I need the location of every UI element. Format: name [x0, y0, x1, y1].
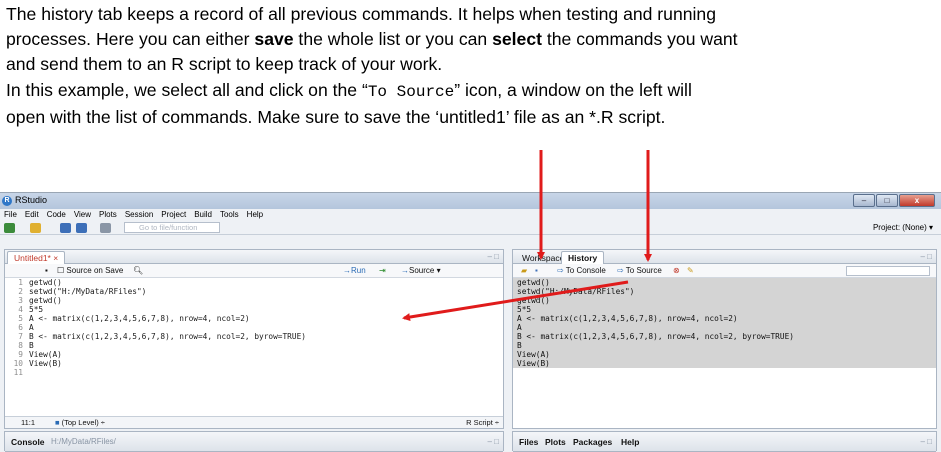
new-file-icon[interactable] — [4, 223, 15, 233]
history-entry: getwd() — [517, 296, 550, 305]
menu-plots[interactable]: Plots — [99, 209, 117, 221]
maximize-button[interactable]: □ — [876, 194, 898, 207]
menu-file[interactable]: File — [4, 209, 17, 221]
intro-line-5: open with the list of commands. Make sur… — [6, 106, 666, 127]
close-button[interactable]: x — [899, 194, 935, 207]
history-entry: 5*5 — [517, 305, 532, 314]
editor-toolbar: ▪ ☐ Source on Save 🔍︎ →Run ⇥ →Source ▾ — [5, 264, 503, 278]
pane-minmax-icon[interactable]: – □ — [920, 252, 932, 261]
tab-files[interactable]: Files — [519, 437, 538, 447]
menu-session[interactable]: Session — [125, 209, 153, 221]
main-toolbar: Go to file/function Project: (None) ▾ — [0, 221, 941, 235]
intro-text: The history tab keeps a record of all pr… — [6, 2, 936, 130]
search-icon[interactable]: 🔍︎ — [133, 266, 143, 276]
menu-build[interactable]: Build — [194, 209, 212, 221]
files-pane: Files Plots Packages Help – □ — [512, 431, 937, 452]
history-entry: getwd() — [517, 278, 550, 287]
source-on-save-checkbox[interactable]: ☐ Source on Save — [57, 266, 123, 276]
tab-plots[interactable]: Plots — [545, 437, 566, 447]
code-line: 5A <- matrix(c(1,2,3,4,5,6,7,8), nrow=4,… — [18, 314, 250, 323]
history-entry: A <- matrix(c(1,2,3,4,5,6,7,8), nrow=4, … — [517, 314, 738, 323]
menu-edit[interactable]: Edit — [25, 209, 39, 221]
code-line: 8B — [18, 341, 34, 350]
run-button[interactable]: →Run — [343, 266, 366, 276]
editor-statusbar: 11:1 ■ (Top Level) ÷ R Script ÷ — [5, 416, 503, 428]
open-folder-icon[interactable] — [30, 223, 41, 233]
pane-minmax-icon[interactable]: – □ — [487, 437, 499, 446]
history-list[interactable]: getwd() setwd("H:/MyData/RFiles") getwd(… — [513, 278, 936, 368]
menu-tools[interactable]: Tools — [220, 209, 239, 221]
console-label[interactable]: Console — [11, 437, 45, 447]
code-line: 10 View(B) — [13, 359, 62, 368]
delete-entry-icon[interactable]: ⊗ — [673, 266, 680, 276]
history-search-input[interactable] — [846, 266, 930, 276]
pane-minmax-icon[interactable]: – □ — [487, 252, 499, 261]
rstudio-window: R RStudio – □ x File Edit Code View Plot… — [0, 192, 941, 452]
code-line: 11 — [13, 368, 23, 377]
code-line: 6A — [18, 323, 34, 332]
load-history-icon[interactable]: ▰ — [521, 266, 527, 276]
source-button[interactable]: →Source ▾ — [401, 266, 441, 276]
menu-bar: File Edit Code View Plots Session Projec… — [0, 209, 941, 221]
menu-help[interactable]: Help — [247, 209, 263, 221]
minimize-button[interactable]: – — [853, 194, 875, 207]
file-type-selector[interactable]: R Script ÷ — [466, 417, 499, 428]
goto-file-input[interactable]: Go to file/function — [124, 222, 220, 233]
history-entry: B <- matrix(c(1,2,3,4,5,6,7,8), nrow=4, … — [517, 332, 794, 341]
code-line: 7B <- matrix(c(1,2,3,4,5,6,7,8), nrow=4,… — [18, 332, 306, 341]
cursor-position: 11:1 — [21, 418, 36, 427]
history-entry: View(A) — [517, 350, 550, 359]
intro-line-4: In this example, we select all and click… — [6, 79, 692, 101]
scope-selector[interactable]: ■ (Top Level) ÷ — [55, 417, 105, 428]
project-menu[interactable]: Project: (None) ▾ — [873, 223, 933, 232]
code-line: 2 setwd("H:/MyData/RFiles") — [18, 287, 147, 296]
code-line: 9 View(A) — [18, 350, 62, 359]
console-path: H:/MyData/RFiles/ — [51, 437, 116, 446]
code-line: 1 getwd() — [18, 278, 62, 287]
menu-project[interactable]: Project — [161, 209, 186, 221]
save-history-icon[interactable]: ▪ — [535, 266, 538, 276]
tab-help[interactable]: Help — [621, 437, 639, 447]
history-entry: A — [517, 323, 522, 332]
history-entry: setwd("H:/MyData/RFiles") — [517, 287, 635, 296]
to-source-button[interactable]: ⇨ To Source — [617, 266, 662, 276]
pane-minmax-icon[interactable]: – □ — [920, 437, 932, 446]
history-entry: B — [517, 341, 522, 350]
console-pane: Console H:/MyData/RFiles/ – □ — [4, 431, 504, 452]
history-toolbar: ▰ ▪ ⇨ To Console ⇨ To Source ⊗ ✎ — [513, 264, 936, 278]
rstudio-logo-icon: R — [2, 196, 12, 206]
code-line: 4 5*5 — [18, 305, 44, 314]
intro-line-2: processes. Here you can either save the … — [6, 29, 738, 50]
tab-history[interactable]: History — [561, 251, 605, 264]
window-controls: – □ x — [852, 194, 935, 208]
history-entry: View(B) — [517, 359, 550, 368]
editor-code[interactable]: 1 getwd() 2 setwd("H:/MyData/RFiles") 3 get… — [5, 278, 503, 377]
print-icon[interactable] — [100, 223, 111, 233]
history-pane: Workspace History – □ ▰ ▪ ⇨ To Console ⇨… — [512, 249, 937, 429]
window-title: RStudio — [15, 195, 48, 205]
rerun-icon[interactable]: ⇥ — [379, 266, 386, 276]
editor-pane: Untitled1* × – □ ▪ ☐ Source on Save 🔍︎ →… — [4, 249, 504, 429]
title-bar: R RStudio – □ x — [0, 193, 941, 209]
save-doc-icon[interactable]: ▪ — [45, 266, 48, 276]
tab-packages[interactable]: Packages — [573, 437, 612, 447]
menu-view[interactable]: View — [74, 209, 91, 221]
save-icon[interactable] — [60, 223, 71, 233]
tab-untitled1[interactable]: Untitled1* × — [7, 251, 66, 264]
code-line: 3 getwd() — [18, 296, 62, 305]
menu-code[interactable]: Code — [47, 209, 66, 221]
intro-line-3: and send them to an R script to keep tra… — [6, 54, 443, 75]
save-all-icon[interactable] — [76, 223, 87, 233]
intro-line-1: The history tab keeps a record of all pr… — [6, 4, 717, 24]
to-console-button[interactable]: ⇨ To Console — [557, 266, 606, 276]
clear-history-icon[interactable]: ✎ — [687, 266, 694, 276]
